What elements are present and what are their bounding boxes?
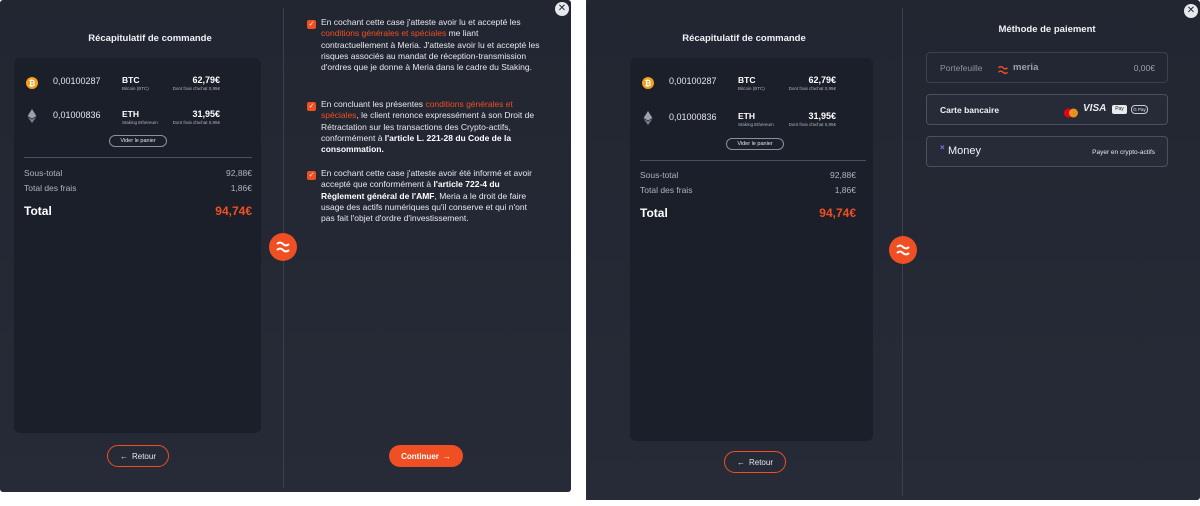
- subtotal-label: Sous-total: [640, 170, 679, 180]
- ethereum-icon: [643, 111, 653, 125]
- empty-cart-button[interactable]: Vider le panier: [726, 138, 784, 150]
- terms-segment: En concluant les présentes: [321, 99, 426, 109]
- asset-qty: 0,00100287: [669, 76, 717, 86]
- asset-row-eth: 0,01000836 ETH Staking Ethereum 31,95€ D…: [640, 111, 870, 133]
- continue-label: Continuer: [401, 451, 439, 461]
- asset-price: 31,95€: [192, 109, 220, 119]
- asset-price: 62,79€: [808, 75, 836, 85]
- wallet-brand: meria: [1013, 62, 1039, 73]
- asset-fee: Dont frais d'achat 0,95€: [788, 122, 836, 127]
- arrow-right-icon: →: [442, 451, 451, 461]
- asset-row-btc: ₿ 0,00100287 BTC Bitcoin (BTC) 62,79€ Do…: [640, 75, 870, 97]
- visa-icon: VISA: [1083, 103, 1107, 114]
- fees-label: Total des frais: [24, 183, 77, 193]
- asset-fee: Dont frais d'achat 0,95€: [172, 120, 220, 125]
- total-label: Total: [640, 206, 668, 220]
- crypto-brand: Money: [948, 145, 982, 157]
- ethereum-icon: [27, 109, 37, 123]
- terms-link[interactable]: conditions générales et spéciales: [321, 28, 446, 38]
- asset-symbol: BTC: [738, 75, 756, 85]
- summary-box: ₿ 0,00100287 BTC Bitcoin (BTC) 62,79€ Do…: [630, 58, 873, 441]
- asset-qty: 0,01000836: [53, 110, 101, 120]
- asset-fee: Dont frais d'achat 0,95€: [172, 86, 220, 91]
- arrow-left-icon: ←: [119, 451, 128, 461]
- asset-subtitle: Bitcoin (BTC): [122, 86, 149, 91]
- terms-checkbox-1[interactable]: ✓: [307, 20, 316, 29]
- asset-price: 31,95€: [808, 111, 836, 121]
- meria-logo-icon: [269, 233, 297, 261]
- back-label: Retour: [131, 451, 156, 461]
- payment-option-crypto[interactable]: × Money Payer en crypto-actifs: [926, 136, 1168, 167]
- crypto-label: Payer en crypto-actifs: [1092, 149, 1155, 156]
- asset-price: 62,79€: [192, 75, 220, 85]
- fees-value: 1,86€: [834, 185, 856, 195]
- apple-pay-icon: Pay: [1112, 105, 1127, 114]
- divider-line: [640, 160, 866, 161]
- back-button[interactable]: ← Retour: [724, 451, 786, 473]
- total-value: 94,74€: [215, 204, 252, 218]
- asset-subtitle: Bitcoin (BTC): [738, 86, 765, 91]
- close-icon[interactable]: ✕: [555, 2, 569, 16]
- payment-option-wallet[interactable]: Portefeuille meria 0,00€: [926, 52, 1168, 83]
- asset-row-btc: ₿ 0,00100287 BTC Bitcoin (BTC) 62,79€ Do…: [24, 75, 254, 97]
- terms-text-3: En cochant cette case j'atteste avoir ét…: [321, 168, 543, 224]
- close-icon[interactable]: ✕: [1184, 4, 1198, 18]
- wallet-label: Portefeuille: [940, 63, 983, 73]
- divider-line: [24, 157, 252, 158]
- asset-qty: 0,01000836: [669, 112, 717, 122]
- empty-cart-button[interactable]: Vider le panier: [109, 135, 167, 147]
- bitcoin-icon: ₿: [26, 77, 38, 89]
- apple-pay-text: Pay: [1115, 106, 1124, 112]
- terms-text-1: En cochant cette case j'atteste avoir lu…: [321, 17, 543, 73]
- asset-fee: Dont frais d'achat 0,95€: [788, 86, 836, 91]
- meria-logo-icon: [889, 236, 917, 264]
- continue-button[interactable]: Continuer →: [389, 445, 463, 467]
- asset-symbol: ETH: [738, 111, 755, 121]
- terms-segment: En cochant cette case j'atteste avoir lu…: [321, 17, 521, 27]
- asset-row-eth: 0,01000836 ETH Staking Ethereum 31,95€ D…: [24, 109, 254, 131]
- subtotal-label: Sous-total: [24, 168, 63, 178]
- fees-value: 1,86€: [230, 183, 252, 193]
- money-logo-icon: ×: [940, 143, 945, 152]
- total-value: 94,74€: [819, 206, 856, 220]
- asset-qty: 0,00100287: [53, 76, 101, 86]
- summary-title: Récapitulatif de commande: [88, 33, 212, 44]
- total-label: Total: [24, 204, 52, 218]
- terms-checkbox-2[interactable]: ✓: [307, 102, 316, 111]
- meria-logo-icon: [997, 62, 1009, 75]
- bitcoin-icon: ₿: [642, 77, 654, 89]
- order-modal-payment: ✕ Récapitulatif de commande ₿ 0,00100287…: [587, 0, 1200, 500]
- wallet-balance: 0,00€: [1133, 63, 1155, 73]
- google-pay-icon: G Pay: [1131, 105, 1148, 114]
- terms-checkbox-3[interactable]: ✓: [307, 171, 316, 180]
- card-label: Carte bancaire: [940, 105, 1000, 115]
- back-label: Retour: [748, 457, 773, 467]
- subtotal-value: 92,88€: [830, 170, 856, 180]
- asset-symbol: BTC: [122, 75, 140, 85]
- fees-label: Total des frais: [640, 185, 693, 195]
- payment-option-card[interactable]: Carte bancaire VISA Pay G Pay: [926, 94, 1168, 125]
- mastercard-icon: [1063, 105, 1079, 118]
- arrow-left-icon: ←: [736, 457, 745, 467]
- asset-symbol: ETH: [122, 109, 139, 119]
- payment-title: Méthode de paiement: [998, 24, 1096, 35]
- back-button[interactable]: ← Retour: [107, 445, 169, 467]
- summary-box: ₿ 0,00100287 BTC Bitcoin (BTC) 62,79€ Do…: [14, 58, 261, 433]
- subtotal-value: 92,88€: [226, 168, 252, 178]
- order-modal-terms: ✕ Récapitulatif de commande ₿ 0,00100287…: [0, 0, 571, 492]
- google-pay-text: G Pay: [1133, 107, 1146, 112]
- summary-title: Récapitulatif de commande: [682, 33, 806, 44]
- terms-segment: En cochant cette case j'atteste avoir ét…: [321, 168, 532, 190]
- terms-text-2: En concluant les présentes conditions gé…: [321, 99, 543, 155]
